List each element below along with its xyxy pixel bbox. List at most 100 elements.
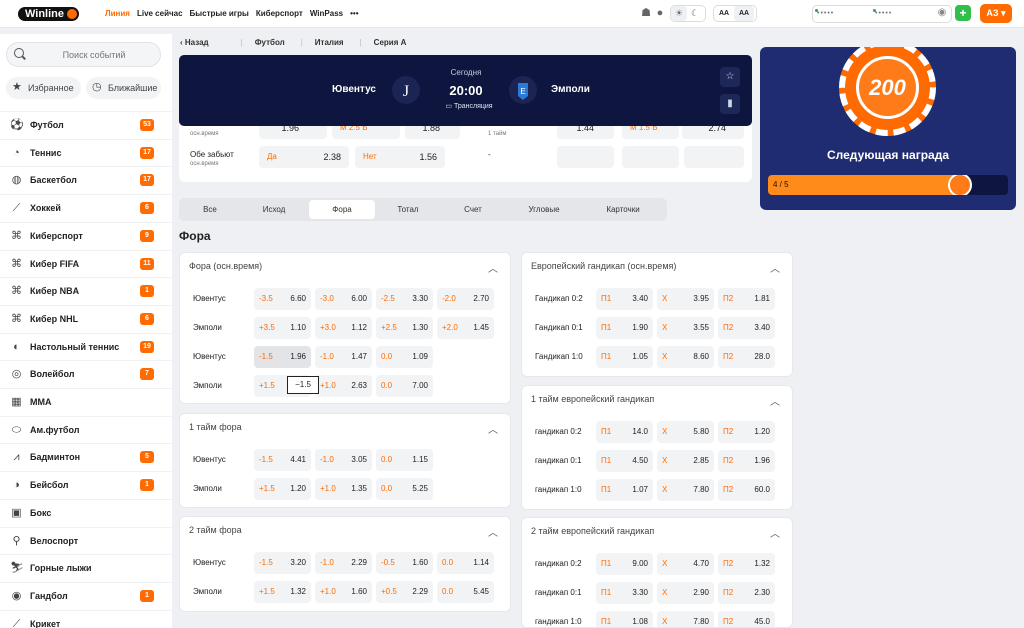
tab-cards[interactable]: Карточки: [584, 200, 662, 219]
nav-live[interactable]: Live сейчас: [137, 9, 183, 18]
sidebar-item-sport[interactable]: ◐ Настольный теннис 19: [0, 332, 172, 360]
odd-cell[interactable]: П1 1.07: [596, 479, 653, 501]
odd-cell[interactable]: X 3.95: [657, 288, 714, 310]
sidebar-item-sport[interactable]: ▣ Бокс: [0, 498, 172, 526]
odd-cell[interactable]: +1.0 1.35: [315, 478, 372, 500]
odd-cell[interactable]: П1 1.05: [596, 346, 653, 368]
odd-cell[interactable]: -1.5 1.96: [254, 346, 311, 368]
tab-all[interactable]: Все: [181, 200, 239, 219]
sidebar-item-sport[interactable]: ◑ Бейсбол 1: [0, 471, 172, 498]
sidebar-item-sport[interactable]: ⩘ Бадминтон 5: [0, 443, 172, 470]
odd-cell[interactable]: +2.5 1.30: [376, 317, 433, 339]
odd-cell[interactable]: П1 14.0: [596, 421, 653, 443]
breadcrumb-italy[interactable]: Италия: [315, 38, 344, 47]
sidebar-item-sport[interactable]: ⌘ Кибер NHL 6: [0, 304, 172, 332]
tab-corners[interactable]: Угловые: [509, 200, 579, 219]
odd-cell[interactable]: X 4.70: [657, 553, 714, 575]
odd-cell[interactable]: +3.0 1.12: [315, 317, 372, 339]
promo-card[interactable]: 200 Следующая награда 4 / 5: [760, 47, 1016, 210]
odd-cell[interactable]: +2.0 1.45: [437, 317, 494, 339]
winline-logo[interactable]: Winline: [18, 7, 80, 21]
sidebar-item-sport[interactable]: ⚲ Велоспорт: [0, 526, 172, 554]
odd-cell[interactable]: -1.0 1.47: [315, 346, 372, 368]
tab-outcome[interactable]: Исход: [244, 200, 304, 219]
chevron-up-icon[interactable]: ︿: [488, 421, 498, 436]
odd-cell[interactable]: 0.0 5.25: [376, 478, 433, 500]
chevron-up-icon[interactable]: ︿: [770, 525, 780, 540]
font-small-button[interactable]: AA: [714, 6, 734, 21]
odd-cell[interactable]: X 3.55: [657, 317, 714, 339]
odd-cell[interactable]: X 7.80: [657, 611, 714, 627]
odd-cell[interactable]: П2 3.40: [718, 317, 775, 339]
odd-cell[interactable]: +1.5 1.20: [254, 478, 311, 500]
chevron-up-icon[interactable]: ︿: [770, 393, 780, 408]
android-icon[interactable]: ☗: [640, 6, 652, 20]
sidebar-item-sport[interactable]: ▦ MMA: [0, 388, 172, 415]
eye-icon[interactable]: ◉: [935, 6, 949, 20]
font-large-button[interactable]: AA: [734, 6, 754, 21]
stats-icon[interactable]: ▮: [720, 94, 740, 114]
odd-cell[interactable]: +3.5 1.10: [254, 317, 311, 339]
breadcrumb-football[interactable]: Футбол: [255, 38, 285, 47]
odd-cell[interactable]: X 8.60: [657, 346, 714, 368]
odd-cell[interactable]: П2 2.30: [718, 582, 775, 604]
odd-cell[interactable]: +1.5 1.32: [254, 581, 311, 603]
both-score-no[interactable]: Нет 1.56: [355, 146, 445, 168]
odd-cell[interactable]: 0.0 1.15: [376, 449, 433, 471]
sun-icon[interactable]: ☀: [671, 6, 687, 21]
sidebar-item-sport[interactable]: ⬭ Ам.футбол: [0, 415, 172, 443]
odd-cell[interactable]: П1 1.08: [596, 611, 653, 627]
odd-cell[interactable]: -3.0 6.00: [315, 288, 372, 310]
odd-cell[interactable]: +0.5 2.29: [376, 581, 433, 603]
odd-cell[interactable]: X 5.80: [657, 421, 714, 443]
odd-cell[interactable]: П2 1.81: [718, 288, 775, 310]
odd-cell[interactable]: +1.0 1.60: [315, 581, 372, 603]
odd-cell[interactable]: 0.0 1.09: [376, 346, 433, 368]
upcoming-button[interactable]: ◷ Ближайшие: [86, 77, 161, 99]
sidebar-item-sport[interactable]: ⌘ Кибер NBA 1: [0, 277, 172, 304]
tab-score[interactable]: Счет: [444, 200, 502, 219]
moon-icon[interactable]: ☾: [687, 6, 703, 21]
chevron-up-icon[interactable]: ︿: [488, 260, 498, 275]
odd-cell[interactable]: -0.5 1.60: [376, 552, 433, 574]
user-menu-button[interactable]: АЗ ▾: [980, 4, 1012, 23]
breadcrumb-serie-a[interactable]: Серия А: [374, 38, 407, 47]
back-link[interactable]: ‹ Назад: [180, 38, 225, 47]
stream-label[interactable]: ▭ Трансляция: [429, 102, 509, 110]
nav-line[interactable]: Линия: [105, 9, 130, 18]
odd-cell[interactable]: П2 60.0: [718, 479, 775, 501]
tab-handicap[interactable]: Фора: [309, 200, 375, 219]
sidebar-item-sport[interactable]: ⌘ Кибер FIFA 11: [0, 249, 172, 277]
odd-cell[interactable]: П1 4.50: [596, 450, 653, 472]
odd-cell[interactable]: П2 1.20: [718, 421, 775, 443]
search-input[interactable]: [29, 43, 159, 66]
odd-cell[interactable]: П1 3.30: [596, 582, 653, 604]
nav-winpass[interactable]: WinPass: [310, 9, 343, 18]
sidebar-item-sport[interactable]: ⚽ Футбол 53: [0, 111, 172, 138]
odd-cell[interactable]: -1.0 2.29: [315, 552, 372, 574]
nav-more[interactable]: •••: [350, 9, 358, 18]
odd-cell[interactable]: X 2.85: [657, 450, 714, 472]
favorites-button[interactable]: ★ Избранное: [6, 77, 81, 99]
sidebar-item-sport[interactable]: ◍ Баскетбол 17: [0, 166, 172, 193]
odd-cell[interactable]: П1 1.90: [596, 317, 653, 339]
password-field[interactable]: •••••: [875, 10, 892, 17]
sidebar-item-sport[interactable]: ◎ Волейбол 7: [0, 360, 172, 387]
apple-icon[interactable]: ●: [654, 6, 666, 20]
odd-cell[interactable]: 0.0 7.00: [376, 375, 433, 397]
chevron-up-icon[interactable]: ︿: [488, 524, 498, 539]
sidebar-item-sport[interactable]: ⟋ Хоккей 6: [0, 194, 172, 221]
odd-cell[interactable]: -3.5 6.60: [254, 288, 311, 310]
odd-cell[interactable]: -2.5 3.30: [376, 288, 433, 310]
sidebar-item-sport[interactable]: ⌘ Киберспорт 9: [0, 221, 172, 249]
odd-cell[interactable]: П2 28.0: [718, 346, 775, 368]
odd-cell[interactable]: -1.5 4.41: [254, 449, 311, 471]
odd-cell[interactable]: -1.5 3.20: [254, 552, 311, 574]
odd-cell[interactable]: П2 45.0: [718, 611, 775, 627]
odd-cell[interactable]: П1 9.00: [596, 553, 653, 575]
chevron-up-icon[interactable]: ︿: [770, 260, 780, 275]
odd-cell[interactable]: X 2.90: [657, 582, 714, 604]
favorite-star-icon[interactable]: ☆: [720, 67, 740, 87]
odd-cell[interactable]: -2.0 2.70: [437, 288, 494, 310]
both-score-yes[interactable]: Да 2.38: [259, 146, 349, 168]
